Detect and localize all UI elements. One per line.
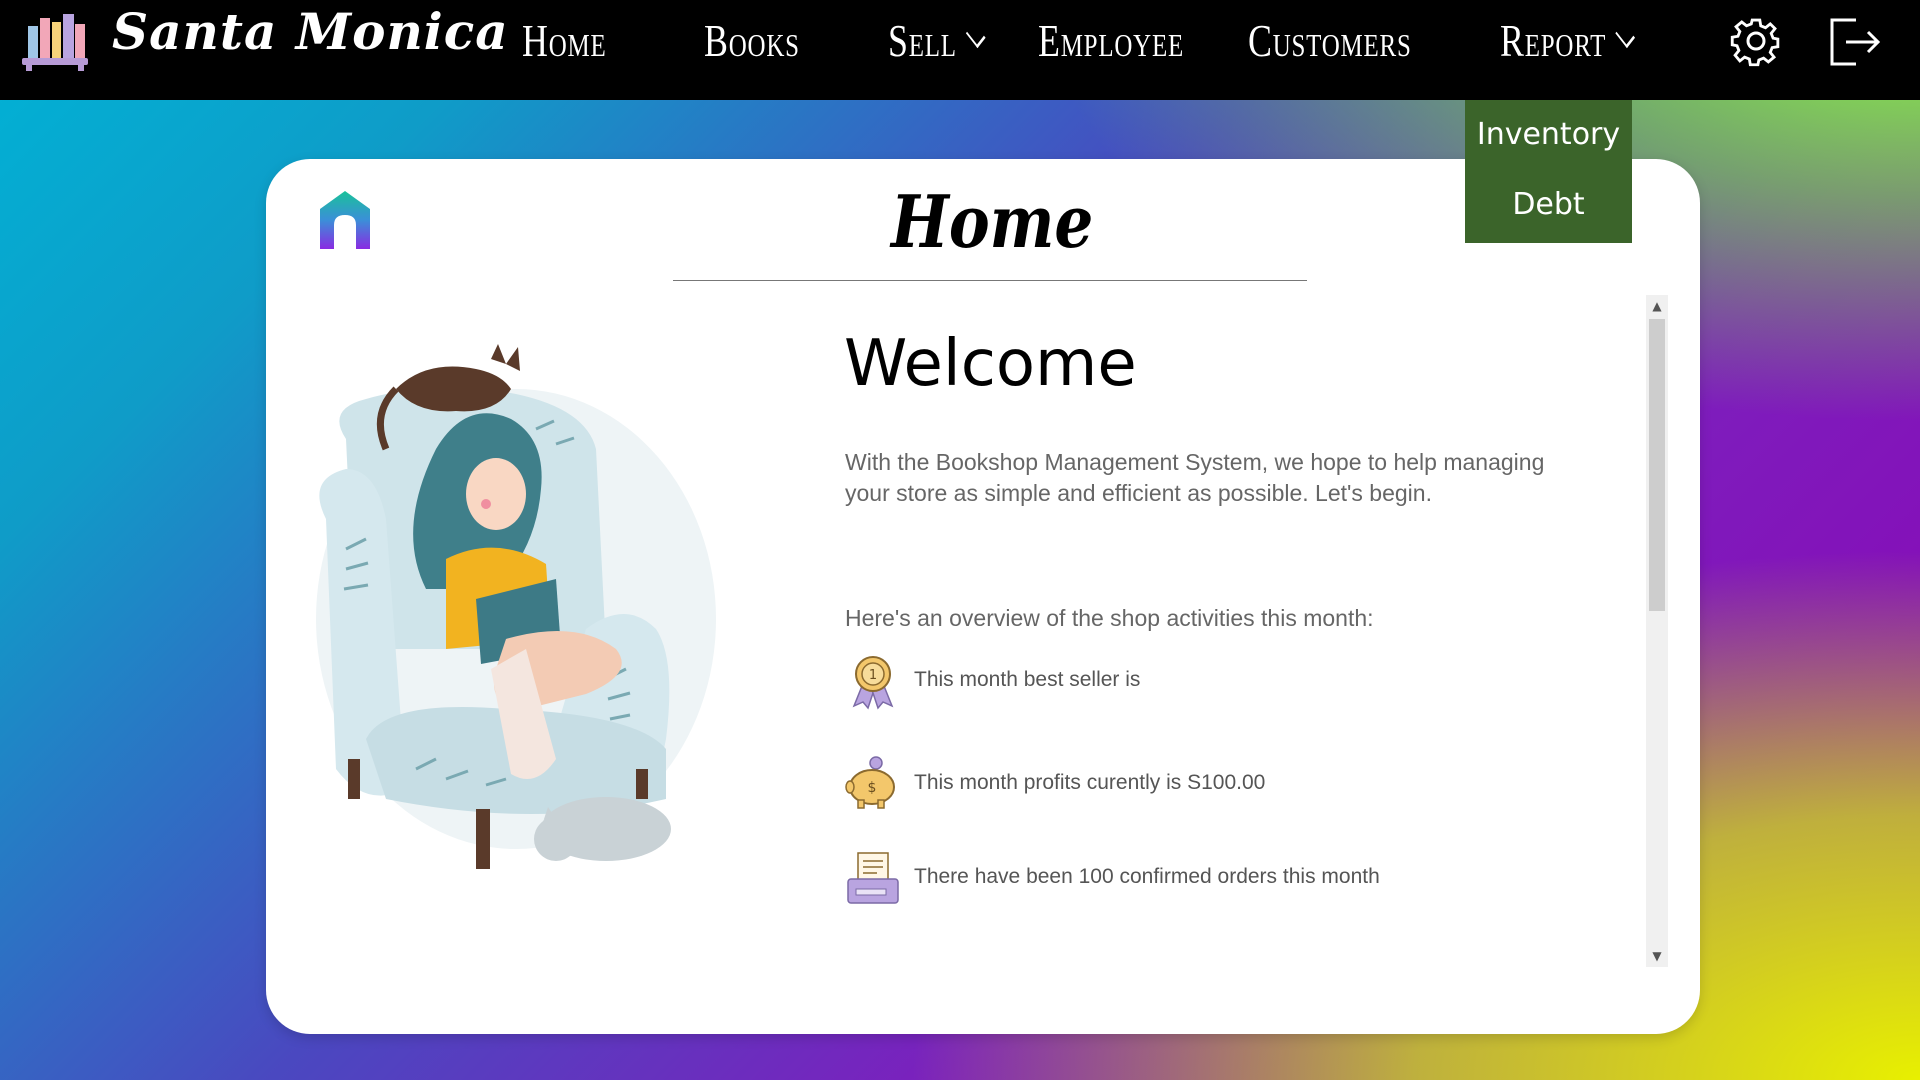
svg-text:$: $	[868, 780, 877, 796]
orders-stat: There have been 100 confirmed orders thi…	[844, 849, 1484, 909]
medal-icon: 1	[852, 656, 894, 710]
page-title: Home	[891, 179, 1094, 264]
scroll-up-arrow-icon[interactable]: ▲	[1646, 295, 1668, 317]
chevron-down-icon	[1615, 22, 1636, 49]
top-navigation-bar: Santa Monica Home Books Sell Employee Cu…	[0, 0, 1920, 100]
intro-paragraph: With the Bookshop Management System, we …	[845, 449, 1545, 506]
orders-text: There have been 100 confirmed orders thi…	[914, 865, 1380, 888]
chevron-down-icon	[966, 22, 986, 49]
menu-item-inventory[interactable]: Inventory	[1465, 100, 1632, 170]
report-dropdown-menu: Inventory Debt	[1465, 100, 1632, 243]
welcome-heading: Welcome	[844, 327, 1137, 401]
logout-icon[interactable]	[1826, 12, 1884, 70]
vertical-scrollbar[interactable]: ▲ ▼	[1646, 295, 1668, 967]
menu-item-debt[interactable]: Debt	[1465, 170, 1632, 240]
nav-home[interactable]: Home	[522, 14, 607, 67]
title-divider	[673, 280, 1307, 281]
profits-text: This month profits curently is S100.00	[914, 771, 1266, 794]
overview-heading: Here's an overview of the shop activitie…	[845, 605, 1374, 631]
house-icon	[320, 191, 370, 249]
profits-stat: $ This month profits curently is S100.00	[844, 755, 1444, 815]
nav-sell-label: Sell	[888, 15, 957, 66]
nav-books[interactable]: Books	[704, 14, 800, 67]
scroll-thumb[interactable]	[1649, 319, 1665, 611]
svg-text:1: 1	[869, 668, 877, 683]
bookshelf-logo-icon	[22, 14, 88, 71]
settings-gear-icon[interactable]	[1727, 12, 1785, 70]
reading-girl-illustration	[316, 344, 716, 869]
nav-report-label: Report	[1500, 15, 1607, 66]
scroll-down-arrow-icon[interactable]: ▼	[1646, 945, 1668, 967]
piggy-bank-icon: $	[845, 756, 895, 809]
nav-sell[interactable]: Sell	[888, 14, 986, 67]
brand-name: Santa Monica	[112, 2, 509, 61]
home-card: Home Welcome With the Bookshop Managemen…	[266, 159, 1700, 1034]
nav-employee[interactable]: Employee	[1038, 14, 1184, 67]
nav-report[interactable]: Report	[1500, 14, 1636, 67]
best-seller-stat: 1 This month best seller is	[844, 652, 1444, 712]
nav-customers[interactable]: Customers	[1248, 14, 1412, 67]
best-seller-text: This month best seller is	[914, 668, 1141, 691]
receipt-printer-icon	[847, 852, 899, 904]
